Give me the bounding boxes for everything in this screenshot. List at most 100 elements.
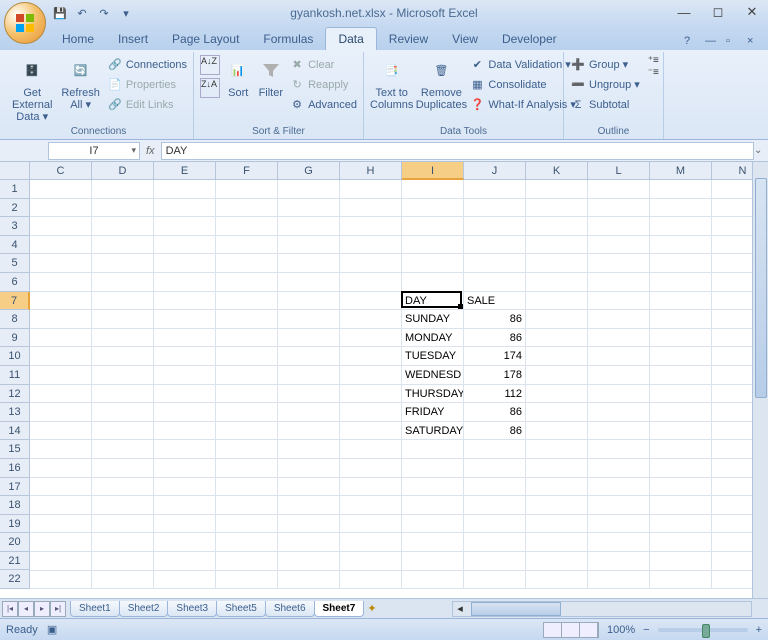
cell[interactable]: [154, 571, 216, 590]
cell[interactable]: 112: [464, 385, 526, 404]
cell[interactable]: [402, 459, 464, 478]
cell[interactable]: [154, 440, 216, 459]
cell[interactable]: [650, 552, 712, 571]
cell[interactable]: [154, 329, 216, 348]
ungroup-button[interactable]: ➖Ungroup ▾: [570, 75, 640, 94]
cell[interactable]: [92, 496, 154, 515]
cell[interactable]: [216, 347, 278, 366]
cell[interactable]: [340, 254, 402, 273]
cell[interactable]: [216, 571, 278, 590]
cell[interactable]: [340, 217, 402, 236]
cell[interactable]: [464, 199, 526, 218]
cell[interactable]: [30, 273, 92, 292]
row-header-9[interactable]: 9: [0, 329, 30, 348]
cell[interactable]: [526, 403, 588, 422]
cell[interactable]: [30, 515, 92, 534]
cell[interactable]: [92, 236, 154, 255]
col-header-M[interactable]: M: [650, 162, 712, 180]
cell[interactable]: [588, 310, 650, 329]
cell[interactable]: [402, 552, 464, 571]
view-buttons[interactable]: [543, 622, 599, 638]
cell[interactable]: [588, 385, 650, 404]
cell[interactable]: FRIDAY: [402, 403, 464, 422]
what-if-button[interactable]: ❓What-If Analysis ▾: [469, 95, 575, 114]
cell[interactable]: [278, 422, 340, 441]
cell[interactable]: [402, 236, 464, 255]
cell[interactable]: [650, 292, 712, 311]
cell[interactable]: [588, 254, 650, 273]
sort-desc-icon[interactable]: Z↓A: [200, 78, 220, 98]
cell[interactable]: [216, 403, 278, 422]
col-header-I[interactable]: I: [402, 162, 464, 180]
cell[interactable]: [30, 254, 92, 273]
cell[interactable]: [526, 533, 588, 552]
group-button[interactable]: ➕Group ▾: [570, 55, 640, 74]
sheet-tab-sheet6[interactable]: Sheet6: [265, 601, 315, 617]
tab-developer[interactable]: Developer: [490, 28, 569, 50]
cell[interactable]: [650, 329, 712, 348]
row-header-21[interactable]: 21: [0, 552, 30, 571]
cell[interactable]: [402, 199, 464, 218]
cell[interactable]: [588, 533, 650, 552]
cell[interactable]: [402, 217, 464, 236]
expand-formula-icon[interactable]: ⌄: [754, 145, 766, 156]
vertical-scroll-thumb[interactable]: [755, 178, 767, 398]
cell[interactable]: [278, 385, 340, 404]
cell[interactable]: [588, 217, 650, 236]
filter-button[interactable]: Filter: [257, 55, 286, 99]
cell[interactable]: [588, 552, 650, 571]
cell[interactable]: [30, 180, 92, 199]
new-sheet-button[interactable]: ✦: [367, 602, 376, 615]
cell[interactable]: [92, 571, 154, 590]
cell[interactable]: [278, 292, 340, 311]
cell[interactable]: 174: [464, 347, 526, 366]
cell[interactable]: [464, 515, 526, 534]
row-header-2[interactable]: 2: [0, 199, 30, 218]
cell[interactable]: [216, 478, 278, 497]
cell[interactable]: [92, 459, 154, 478]
help-icon[interactable]: ?: [684, 35, 699, 50]
cell[interactable]: [30, 199, 92, 218]
cell[interactable]: [588, 292, 650, 311]
cell[interactable]: [30, 292, 92, 311]
cell[interactable]: [92, 310, 154, 329]
cell[interactable]: [340, 180, 402, 199]
tab-data[interactable]: Data: [325, 27, 376, 50]
sheet-tab-sheet5[interactable]: Sheet5: [216, 601, 266, 617]
cell[interactable]: [464, 236, 526, 255]
cell[interactable]: [464, 180, 526, 199]
cell[interactable]: [340, 422, 402, 441]
last-sheet-button[interactable]: ▸|: [50, 601, 66, 617]
cell[interactable]: [402, 478, 464, 497]
cell[interactable]: [464, 217, 526, 236]
col-header-L[interactable]: L: [588, 162, 650, 180]
cell[interactable]: [402, 440, 464, 459]
col-header-C[interactable]: C: [30, 162, 92, 180]
maximize-button[interactable]: ◻: [708, 3, 728, 21]
get-external-data-button[interactable]: 🗄️ Get External Data ▾: [10, 55, 54, 123]
cell[interactable]: [340, 329, 402, 348]
cell[interactable]: [216, 329, 278, 348]
cell[interactable]: [588, 478, 650, 497]
spreadsheet-grid[interactable]: CDEFGHIJKLMN 123456789101112131415161718…: [0, 162, 768, 598]
cell[interactable]: [526, 199, 588, 218]
row-header-4[interactable]: 4: [0, 236, 30, 255]
cell[interactable]: [154, 199, 216, 218]
cell[interactable]: MONDAY: [402, 329, 464, 348]
cell[interactable]: [278, 496, 340, 515]
restore-child-icon[interactable]: ▫: [726, 35, 741, 50]
cell[interactable]: [92, 533, 154, 552]
sheet-tab-sheet3[interactable]: Sheet3: [167, 601, 217, 617]
col-header-J[interactable]: J: [464, 162, 526, 180]
cell[interactable]: [30, 385, 92, 404]
cell[interactable]: [526, 422, 588, 441]
cell[interactable]: [340, 403, 402, 422]
row-header-19[interactable]: 19: [0, 515, 30, 534]
cell[interactable]: [464, 254, 526, 273]
cell[interactable]: [154, 533, 216, 552]
connections-button[interactable]: 🔗Connections: [107, 55, 187, 74]
cell[interactable]: [464, 273, 526, 292]
cell[interactable]: [92, 385, 154, 404]
cell[interactable]: [588, 347, 650, 366]
cell[interactable]: [526, 217, 588, 236]
